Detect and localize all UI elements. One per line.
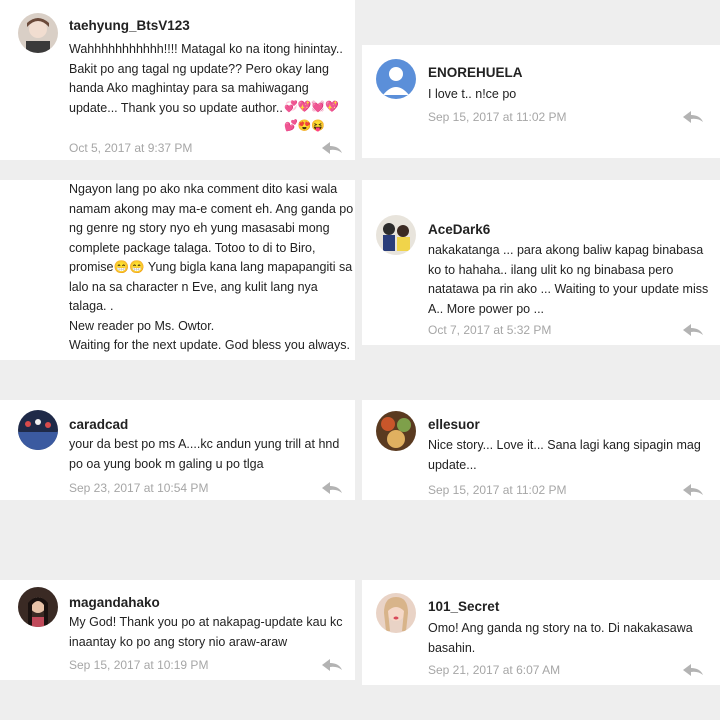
comment-card: Ngayon lang po ako nka comment dito kasi… [0, 180, 355, 360]
username[interactable]: magandahako [69, 595, 160, 610]
timestamp: Oct 5, 2017 at 9:37 PM [69, 141, 193, 155]
username[interactable]: ellesuor [428, 417, 480, 432]
comment-text: My God! Thank you po at nakapag-update k… [69, 615, 343, 649]
reply-icon[interactable] [321, 481, 343, 495]
timestamp: Sep 15, 2017 at 11:02 PM [428, 483, 567, 497]
username[interactable]: ENOREHUELA [428, 65, 523, 80]
timestamp: Sep 15, 2017 at 10:19 PM [69, 658, 209, 672]
comment-card: ellesuor Nice story... Love it... Sana l… [362, 400, 720, 500]
avatar[interactable] [376, 411, 416, 451]
comment-card: 101_Secret Omo! Ang ganda ng story na to… [362, 580, 720, 685]
reply-icon[interactable] [682, 663, 704, 677]
username[interactable]: caradcad [69, 417, 128, 432]
timestamp: Oct 7, 2017 at 5:32 PM [428, 323, 552, 337]
reply-icon[interactable] [321, 141, 343, 155]
default-user-icon[interactable] [376, 59, 416, 99]
timestamp: Sep 23, 2017 at 10:54 PM [69, 481, 209, 495]
comment-card: AceDark6 nakakatanga ... para akong bali… [362, 180, 720, 345]
timestamp: Sep 15, 2017 at 11:02 PM [428, 110, 567, 124]
comment-card: magandahako My God! Thank you po at naka… [0, 580, 355, 680]
username[interactable]: taehyung_BtsV123 [69, 18, 190, 33]
username[interactable]: 101_Secret [428, 599, 499, 614]
username[interactable]: AceDark6 [428, 222, 490, 237]
timestamp: Sep 21, 2017 at 6:07 AM [428, 663, 561, 677]
comment-card: caradcad your da best po ms A....kc andu… [0, 400, 355, 500]
avatar[interactable] [18, 587, 58, 627]
reply-icon[interactable] [682, 483, 704, 497]
comment-emoji: 💞💖💓💖 💕😍😝 [284, 101, 339, 132]
avatar[interactable] [376, 215, 416, 255]
comment-text: Omo! Ang ganda ng story na to. Di nakaka… [428, 621, 693, 655]
comment-text: I love t.. n!ce po [428, 87, 517, 101]
reply-icon[interactable] [321, 658, 343, 672]
reply-icon[interactable] [682, 110, 704, 124]
reply-icon[interactable] [682, 323, 704, 337]
comment-card: taehyung_BtsV123 Wahhhhhhhhhhh!!!! Matag… [0, 0, 355, 160]
comment-card: ENOREHUELA I love t.. n!ce po Sep 15, 20… [362, 45, 720, 158]
comment-text: Nice story... Love it... Sana lagi kang … [428, 438, 701, 472]
avatar[interactable] [376, 593, 416, 633]
avatar[interactable] [18, 13, 58, 53]
avatar[interactable] [18, 410, 58, 450]
comment-text: Ngayon lang po ako nka comment dito kasi… [69, 182, 354, 352]
comment-text: nakakatanga ... para akong baliw kapag b… [428, 243, 709, 316]
comment-text: your da best po ms A....kc andun yung tr… [69, 437, 340, 471]
